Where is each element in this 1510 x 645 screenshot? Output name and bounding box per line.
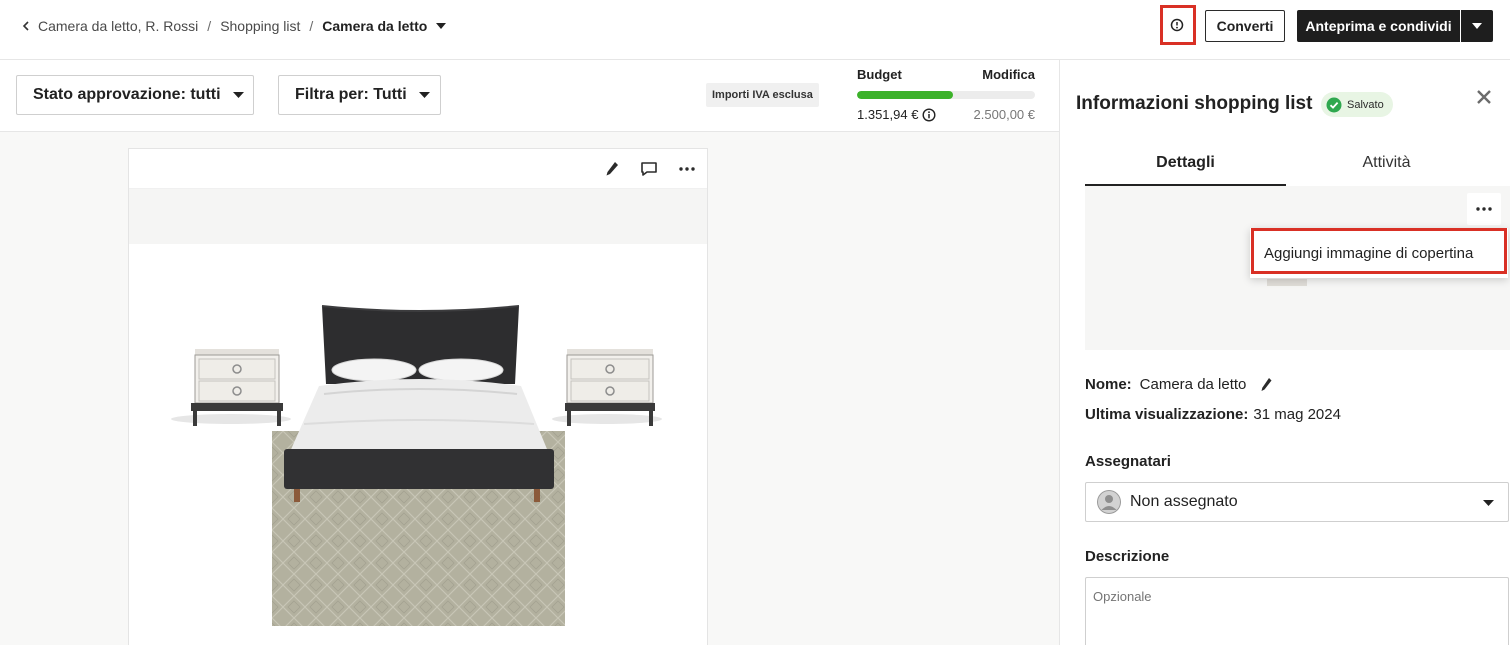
breadcrumb-item-project[interactable]: Camera da letto, R. Rossi [38, 18, 198, 34]
moodboard-canvas [0, 132, 1059, 645]
cover-thumbnail [1267, 279, 1307, 286]
name-label: Nome: [1085, 376, 1132, 393]
filter-by-value: Filtra per: Tutti [295, 86, 407, 103]
breadcrumb-current[interactable]: Camera da letto [322, 18, 427, 34]
preview-share-button[interactable]: Anteprima e condividi [1297, 10, 1460, 42]
description-field[interactable] [1085, 577, 1509, 645]
description-label: Descrizione [1085, 548, 1170, 565]
breadcrumb: Camera da letto, R. Rossi / Shopping lis… [20, 16, 447, 36]
convert-button[interactable]: Converti [1205, 10, 1285, 42]
comment-icon [641, 162, 657, 176]
history-button[interactable] [1165, 10, 1189, 40]
cover-options-menu: Aggiungi immagine di copertina [1250, 228, 1508, 278]
board-header-strip [129, 189, 707, 244]
avatar [1097, 490, 1121, 514]
budget-total: 2.500,00 € [973, 107, 1035, 122]
user-icon [1097, 490, 1121, 514]
more-icon [1476, 207, 1492, 211]
budget-progress-bar [857, 91, 1035, 99]
edit-budget-link[interactable]: Modifica [980, 67, 1035, 82]
last-viewed-row: Ultima visualizzazione: 31 mag 2024 [1085, 406, 1341, 423]
comment-button[interactable] [639, 159, 659, 179]
close-panel-button[interactable] [1473, 86, 1495, 108]
moodboard-card[interactable] [128, 148, 708, 645]
chevron-down-icon [1472, 23, 1482, 29]
chevron-down-icon [418, 92, 430, 98]
close-icon [1477, 90, 1491, 104]
check-circle-icon [1326, 97, 1342, 112]
budget-spent-value: 1.351,94 € [857, 107, 919, 122]
approval-status-value: Stato approvazione: tutti [33, 86, 221, 103]
breadcrumb-separator: / [309, 18, 314, 34]
panel-title: Informazioni shopping list [1076, 93, 1313, 114]
chevron-left-icon[interactable] [20, 20, 32, 32]
name-value: Camera da letto [1139, 376, 1247, 393]
chevron-down-icon [232, 92, 244, 98]
pencil-icon[interactable] [1260, 377, 1272, 393]
saved-status-badge: Salvato [1321, 92, 1393, 117]
assignees-label: Assegnatari [1085, 453, 1171, 470]
more-icon [679, 167, 695, 171]
filter-by-select[interactable]: Filtra per: Tutti [278, 75, 441, 115]
bedroom-image [171, 305, 662, 626]
budget-spent: 1.351,94 € [857, 107, 936, 122]
tab-activity[interactable]: Attività [1286, 154, 1487, 172]
saved-status-label: Salvato [1347, 98, 1384, 111]
add-cover-image-item[interactable]: Aggiungi immagine di copertina [1264, 245, 1473, 262]
approval-status-select[interactable]: Stato approvazione: tutti [16, 75, 254, 115]
chevron-down-icon[interactable] [436, 23, 447, 29]
assignee-select[interactable]: Non assegnato [1085, 482, 1509, 522]
share-dropdown-button[interactable] [1461, 10, 1493, 42]
cover-more-button[interactable] [1467, 193, 1501, 225]
vat-note-badge: Importi IVA esclusa [706, 83, 819, 107]
board-toolbar [129, 149, 707, 189]
budget-label: Budget [857, 67, 902, 82]
last-viewed-label: Ultima visualizzazione: [1085, 406, 1249, 423]
edit-board-button[interactable] [602, 159, 622, 179]
chevron-down-icon [1483, 500, 1494, 506]
shopping-list-info-panel: Informazioni shopping list Salvato Detta… [1059, 60, 1510, 645]
clock-icon [1170, 18, 1184, 32]
breadcrumb-item-shopping-list[interactable]: Shopping list [220, 18, 300, 34]
last-viewed-value: 31 mag 2024 [1253, 406, 1341, 423]
budget-progress-fill [857, 91, 954, 99]
name-row: Nome: Camera da letto [1085, 376, 1272, 393]
info-icon[interactable] [922, 107, 936, 122]
board-more-button[interactable] [677, 159, 697, 179]
assignee-value: Non assegnato [1130, 493, 1238, 510]
top-bar: Camera da letto, R. Rossi / Shopping lis… [0, 0, 1510, 60]
filter-bar: Stato approvazione: tutti Filtra per: Tu… [0, 60, 1059, 132]
pencil-icon [606, 162, 618, 176]
breadcrumb-separator: / [207, 18, 212, 34]
tab-details[interactable]: Dettagli [1085, 154, 1286, 172]
